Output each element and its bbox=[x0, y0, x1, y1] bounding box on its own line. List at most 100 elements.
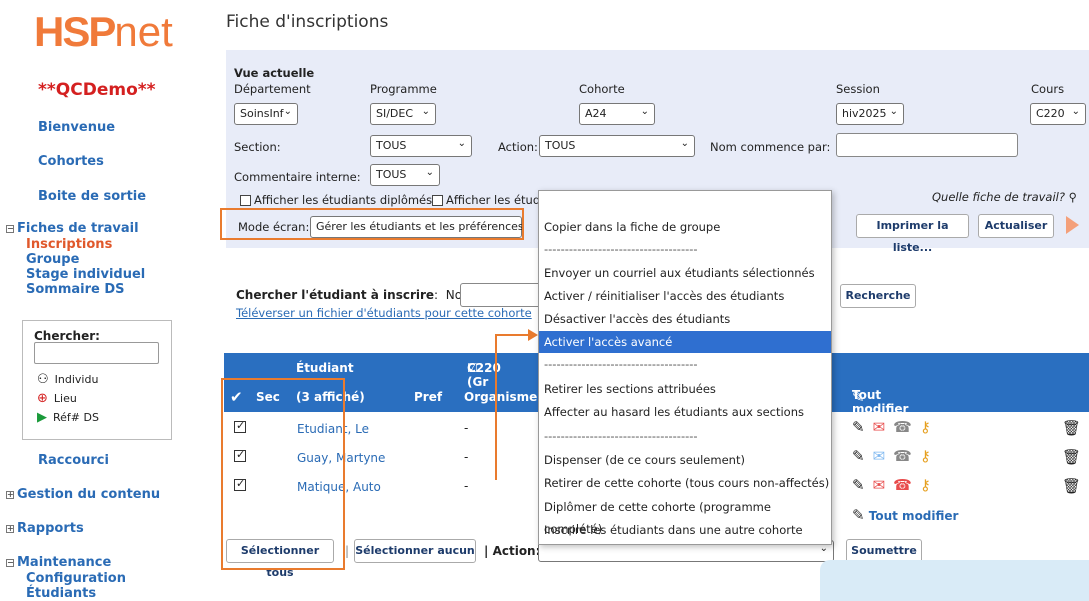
footer-action-label: | Action: bbox=[484, 544, 541, 558]
checkbox[interactable] bbox=[240, 195, 251, 206]
expand-icon: + bbox=[6, 523, 14, 533]
chevron-down-icon: ⌄ bbox=[1071, 106, 1080, 117]
chevron-down-icon: ⌄ bbox=[425, 167, 434, 178]
menu-separator: ------------------------------------- bbox=[544, 429, 698, 443]
chevron-down-icon: ⌄ bbox=[889, 106, 898, 117]
play-icon: ▶ bbox=[37, 410, 47, 425]
student-name-input[interactable] bbox=[460, 283, 542, 307]
section-select[interactable]: TOUS ⌄ bbox=[370, 135, 472, 157]
page-title: Fiche d'inscriptions bbox=[226, 12, 389, 32]
modify-all-link[interactable]: ✎ Tout modifier bbox=[852, 506, 958, 524]
search-label: Chercher: bbox=[34, 329, 100, 343]
cohort-label: Cohorte bbox=[579, 82, 625, 96]
dept-select[interactable]: SoinsInf ⌄ bbox=[234, 103, 298, 125]
search-student-label: Chercher l'étudiant à inscrire: Nom: bbox=[236, 288, 478, 302]
trash-icon[interactable]: 🗑 bbox=[1062, 419, 1081, 437]
select-none-button[interactable]: Sélectionner aucun bbox=[354, 539, 476, 563]
key-icon[interactable]: ⚷ bbox=[920, 476, 931, 494]
prog-label: Programme bbox=[370, 82, 437, 96]
trash-icon[interactable]: 🗑 bbox=[1062, 477, 1081, 495]
which-sheet-link[interactable]: Quelle fiche de travail? ⚲ bbox=[932, 190, 1077, 204]
pencil-icon[interactable]: ✎ bbox=[852, 476, 865, 494]
search-option-lieu[interactable]: ⊕ Lieu bbox=[37, 391, 77, 406]
chevron-down-icon: ⌄ bbox=[421, 106, 430, 117]
menu-item[interactable]: Retirer les sections attribuées bbox=[539, 378, 831, 400]
upload-students-link[interactable]: Téléverser un fichier d'étudiants pour c… bbox=[236, 306, 532, 320]
chevron-down-icon: ⌄ bbox=[680, 138, 689, 149]
section-fiches-de-travail[interactable]: − Fiches de travail bbox=[6, 221, 139, 236]
session-select[interactable]: hiv2025 ⌄ bbox=[836, 103, 904, 125]
current-view-label: Vue actuelle bbox=[234, 66, 315, 80]
hspnet-logo[interactable]: HSPnet bbox=[34, 8, 173, 56]
section-gestion-du-contenu[interactable]: + Gestion du contenu bbox=[6, 487, 160, 502]
chevron-down-icon: ⌄ bbox=[640, 106, 649, 117]
phone-icon[interactable]: ☎ bbox=[893, 418, 912, 436]
prog-select[interactable]: SI/DEC ⌄ bbox=[370, 103, 436, 125]
menu-item[interactable]: Diplômer de cette cohorte (programme com… bbox=[539, 496, 831, 536]
phone-icon[interactable]: ☎ bbox=[893, 447, 912, 465]
print-list-button[interactable]: Imprimer la liste... bbox=[856, 214, 969, 254]
action-label: Action: bbox=[498, 140, 538, 154]
search-button[interactable]: Recherche bbox=[840, 284, 916, 308]
show-other-checkbox[interactable]: Afficher les étud bbox=[432, 193, 540, 207]
link-groupe[interactable]: Groupe bbox=[26, 252, 79, 267]
email-icon[interactable]: ✉ bbox=[873, 447, 886, 465]
link-raccourci[interactable]: Raccourci bbox=[38, 453, 109, 468]
show-graduated-checkbox[interactable]: Afficher les étudiants diplômés bbox=[240, 193, 432, 207]
col-pref: Pref bbox=[414, 390, 443, 404]
key-icon[interactable]: ⚷ bbox=[920, 447, 931, 465]
link-bienvenue[interactable]: Bienvenue bbox=[38, 120, 115, 135]
menu-item[interactable]: Affecter au hasard les étudiants aux sec… bbox=[539, 401, 831, 423]
section-maintenance[interactable]: − Maintenance bbox=[6, 555, 111, 570]
menu-item[interactable]: Activer / réinitialiser l'accès des étud… bbox=[539, 285, 831, 307]
email-icon[interactable]: ✉ bbox=[873, 418, 886, 436]
link-configuration[interactable]: Configuration bbox=[26, 571, 126, 586]
link-cohortes[interactable]: Cohortes bbox=[38, 154, 104, 169]
menu-item[interactable]: Inscrire les étudiants dans une autre co… bbox=[539, 519, 831, 541]
link-etudiants[interactable]: Étudiants bbox=[26, 586, 96, 601]
highlight-mode-box bbox=[220, 208, 524, 240]
name-starts-input[interactable] bbox=[836, 133, 1018, 157]
pencil-icon[interactable]: ✎ bbox=[852, 447, 865, 465]
search-option-individu[interactable]: ⚇ Individu bbox=[37, 372, 98, 387]
chevron-down-icon: ⌄ bbox=[457, 138, 466, 149]
menu-item[interactable]: Dispenser (de ce cours seulement) bbox=[539, 449, 831, 471]
link-stage-individuel[interactable]: Stage individuel bbox=[26, 267, 145, 282]
row-actions: ✎ ✉ ☎ ⚷ bbox=[852, 476, 931, 494]
row-actions: ✎ ✉ ☎ ⚷ bbox=[852, 418, 931, 436]
menu-separator: ------------------------------------- bbox=[544, 242, 698, 256]
checkbox[interactable] bbox=[432, 195, 443, 206]
course-select[interactable]: C220 ⌄ bbox=[1030, 103, 1086, 125]
sidebar-search-input[interactable] bbox=[34, 342, 159, 364]
menu-item[interactable]: Désactiver l'accès des étudiants bbox=[539, 308, 831, 330]
email-icon[interactable]: ✉ bbox=[873, 476, 886, 494]
menu-item-selected[interactable]: Activer l'accès avancé bbox=[539, 331, 831, 353]
col-student: Étudiant bbox=[296, 361, 354, 375]
action-filter-select[interactable]: TOUS ⌄ bbox=[539, 135, 695, 157]
menu-item[interactable]: Retirer de cette cohorte (tous cours non… bbox=[539, 472, 831, 494]
comment-label: Commentaire interne: bbox=[234, 170, 361, 184]
section-label: Section: bbox=[234, 140, 281, 154]
pencil-icon[interactable]: ✎ bbox=[852, 418, 865, 436]
link-sommaire-ds[interactable]: Sommaire DS bbox=[26, 282, 125, 297]
section-rapports[interactable]: + Rapports bbox=[6, 521, 84, 536]
link-boite-de-sortie[interactable]: Boite de sortie bbox=[38, 189, 146, 204]
comment-select[interactable]: TOUS ⌄ bbox=[370, 164, 440, 186]
arrow-right-icon[interactable] bbox=[1066, 216, 1079, 234]
trash-icon[interactable]: 🗑 bbox=[1062, 448, 1081, 466]
course-label: Cours bbox=[1031, 82, 1065, 96]
location-search-icon: ⊕ bbox=[37, 391, 48, 406]
pref-value: - bbox=[464, 450, 469, 464]
menu-item[interactable]: Envoyer un courriel aux étudiants sélect… bbox=[539, 262, 831, 284]
menu-item[interactable]: Copier dans la fiche de groupe bbox=[539, 216, 831, 238]
phone-icon[interactable]: ☎ bbox=[893, 476, 912, 494]
key-icon[interactable]: ⚷ bbox=[920, 418, 931, 436]
cohort-select[interactable]: A24 ⌄ bbox=[579, 103, 655, 125]
link-inscriptions[interactable]: Inscriptions bbox=[26, 237, 112, 252]
search-option-ref-ds[interactable]: ▶ Réf# DS bbox=[37, 410, 99, 425]
chevron-down-icon: ⌄ bbox=[283, 106, 292, 117]
expand-icon: + bbox=[6, 489, 14, 499]
collapse-icon: − bbox=[6, 223, 14, 233]
background-banner bbox=[820, 560, 1089, 601]
refresh-button[interactable]: Actualiser bbox=[978, 214, 1054, 238]
